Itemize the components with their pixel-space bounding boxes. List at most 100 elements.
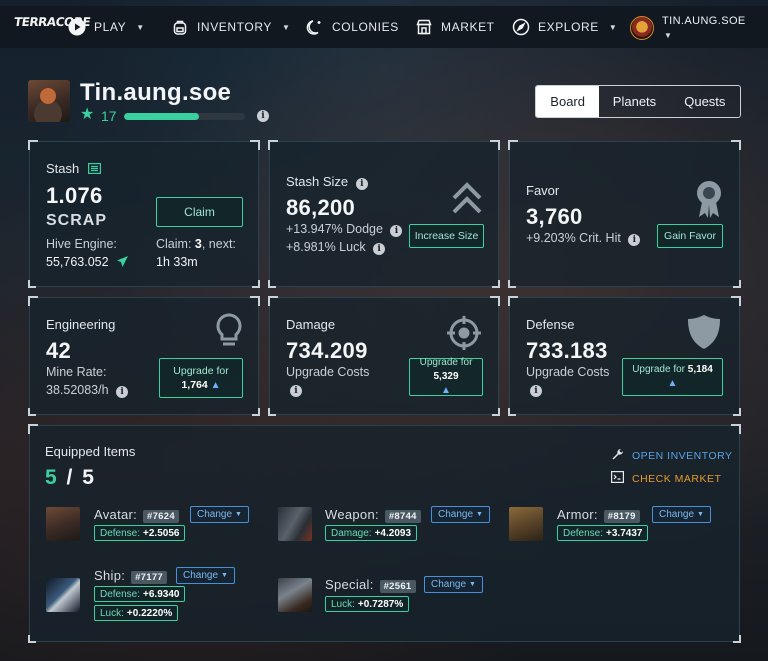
ship-stat-defense: Defense: +6.9340 [94, 586, 186, 602]
info-icon[interactable]: i [355, 178, 368, 190]
nav-colonies[interactable]: COLONIES [306, 18, 399, 36]
award-medal-icon [694, 180, 724, 225]
item-id-badge: #8179 [603, 510, 640, 523]
tab-quests[interactable]: Quests [670, 86, 740, 117]
nav-market[interactable]: MARKET [415, 18, 495, 36]
avatar-item-image[interactable] [46, 507, 80, 541]
backpack-icon [171, 18, 189, 36]
favor-value: 3,760 [526, 204, 583, 229]
special-stat: Luck: +0.7287% [325, 596, 410, 612]
caret-down-icon: ▼ [469, 581, 476, 588]
item-id-badge: #8744 [384, 510, 421, 523]
item-id-badge: #7624 [142, 510, 179, 523]
info-icon[interactable]: i [257, 110, 269, 122]
moon-stars-icon [306, 18, 324, 36]
avatar-slot-label: Avatar: #7624 [94, 507, 179, 523]
armor-change-button[interactable]: Change ▼ [652, 506, 711, 523]
claim-button[interactable]: Claim [156, 197, 243, 227]
damage-upgrade-costs: Upgrade Costs [286, 365, 370, 379]
defense-panel: Defense 733.183 Upgrade Costs i Upgrade … [508, 296, 741, 416]
nav-explore-label: EXPLORE [538, 20, 599, 34]
claim-time: 1h 33m [156, 255, 198, 269]
upgrade-engineering-button[interactable]: Upgrade for 1,764 ▲ [159, 358, 243, 398]
special-item-image[interactable] [278, 578, 312, 612]
dodge-bonus: +13.947% Dodge i [286, 222, 403, 237]
defense-value: 733.183 [526, 338, 608, 363]
stash-unit: SCRAP [46, 212, 108, 229]
special-change-button[interactable]: Change ▼ [424, 576, 483, 593]
nav-colonies-label: COLONIES [332, 20, 399, 34]
check-market-link[interactable]: CHECK MARKET [611, 471, 721, 486]
item-id-badge: #7177 [131, 571, 167, 584]
level-number: 17 [101, 108, 117, 124]
avatar-change-button[interactable]: Change ▼ [190, 506, 249, 523]
info-icon[interactable]: i [116, 386, 129, 398]
ship-change-button[interactable]: Change ▼ [176, 567, 235, 584]
info-icon[interactable]: i [390, 225, 403, 237]
stash-size-panel: Stash Size i 86,200 +13.947% Dodge i +8.… [268, 140, 500, 288]
ship-slot-label: Ship: #7177 [94, 568, 167, 584]
ledger-icon [87, 162, 101, 177]
nav-inventory[interactable]: INVENTORY ▼ [171, 18, 291, 36]
chevron-down-icon: ▼ [608, 22, 618, 32]
increase-size-button[interactable]: Increase Size [409, 224, 484, 248]
equipped-count: 5 / 5 [45, 466, 96, 489]
info-icon[interactable]: i [290, 385, 302, 397]
crosshair-icon [446, 315, 482, 356]
nav-explore[interactable]: EXPLORE ▼ [512, 18, 617, 36]
crit-bonus: +9.203% Crit. Hit i [526, 231, 641, 246]
nav-market-label: MARKET [441, 20, 495, 34]
store-icon [415, 18, 433, 36]
stash-size-title: Stash Size i [286, 174, 368, 190]
damage-value: 734.209 [286, 338, 368, 363]
stash-panel: Stash 1.076 SCRAP Hive Engine: 55,763.05… [28, 140, 260, 288]
ship-item-image[interactable] [46, 578, 80, 612]
open-inventory-link[interactable]: OPEN INVENTORY [611, 448, 733, 464]
upgrade-defense-button[interactable]: Upgrade for 5,184 ▲ [622, 358, 723, 396]
nav-inventory-label: INVENTORY [197, 20, 272, 34]
armor-item-image[interactable] [509, 507, 543, 541]
engineering-title: Engineering [46, 317, 116, 332]
caret-down-icon: ▼ [235, 511, 242, 518]
info-icon[interactable]: i [530, 385, 542, 397]
engineering-panel: Engineering 42 Mine Rate: 38.52083/h i U… [28, 296, 260, 416]
profile-avatar [28, 80, 70, 122]
star-icon: ★ [80, 106, 95, 123]
info-icon[interactable]: i [373, 243, 386, 255]
nav-play-label: PLAY [94, 20, 127, 34]
item-id-badge: #2561 [379, 580, 416, 593]
user-avatar[interactable] [630, 16, 654, 40]
armor-stat: Defense: +3.7437 [557, 525, 649, 541]
damage-panel: Damage 734.209 Upgrade Costs i Upgrade f… [268, 296, 500, 416]
lightbulb-icon [215, 313, 243, 354]
defense-title: Defense [526, 317, 575, 332]
upgrade-damage-button[interactable]: Upgrade for 5,329 ▲ [409, 357, 483, 396]
nav-play[interactable]: PLAY ▼ [68, 18, 145, 36]
xp-progress-fill [124, 113, 200, 120]
profile-name: Tin.aung.soe [80, 79, 232, 106]
claim-info: Claim: 3, next: [156, 237, 236, 251]
shield-icon [687, 314, 721, 355]
mine-rate-value: 38.52083/h i [46, 383, 129, 398]
tab-planets[interactable]: Planets [599, 86, 669, 117]
avatar-stat: Defense: +2.5056 [94, 525, 186, 541]
hive-engine-value: 55,763.052 [46, 255, 129, 271]
send-icon[interactable] [116, 255, 129, 271]
chevron-down-icon: ▼ [281, 22, 291, 32]
currency-icon: ▲ [441, 385, 451, 396]
user-menu-name[interactable]: TIN.AUNG.SOE [662, 15, 746, 27]
special-slot-label: Special: #2561 [325, 577, 416, 593]
weapon-slot-label: Weapon: #8744 [325, 507, 421, 523]
compass-icon [512, 18, 530, 36]
view-tabs: Board Planets Quests [535, 85, 741, 118]
stash-amount: 1.076 [46, 183, 103, 208]
tab-board[interactable]: Board [536, 86, 600, 117]
weapon-change-button[interactable]: Change ▼ [431, 506, 490, 523]
gain-favor-button[interactable]: Gain Favor [657, 224, 723, 248]
stash-title: Stash [46, 161, 101, 177]
weapon-item-image[interactable] [278, 507, 312, 541]
wrench-icon [611, 448, 624, 464]
chevron-down-icon[interactable]: ▼ [664, 31, 672, 40]
info-icon[interactable]: i [628, 234, 641, 246]
defense-upgrade-costs: Upgrade Costs [526, 365, 610, 379]
